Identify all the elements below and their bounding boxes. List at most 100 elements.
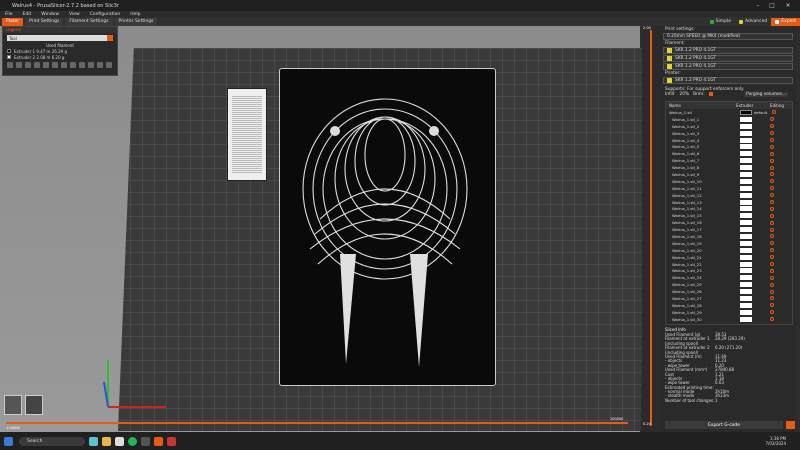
object-row[interactable]: Walrus_1.stl_29 bbox=[666, 309, 792, 316]
edit-icon[interactable] bbox=[770, 165, 774, 170]
extruder-swatch[interactable] bbox=[740, 137, 752, 143]
col-extruder[interactable]: Extruder bbox=[736, 103, 770, 108]
print-profile-select[interactable]: 0.20mm SPEED @ MK4 (modified) bbox=[663, 33, 793, 40]
edit-icon[interactable] bbox=[770, 144, 774, 149]
tab-printer-settings[interactable]: Printer Settings bbox=[114, 17, 158, 26]
object-row[interactable]: Walrus_1.stl_5 bbox=[666, 143, 792, 150]
extruder-swatch[interactable] bbox=[740, 185, 752, 191]
edit-icon[interactable] bbox=[770, 131, 774, 136]
object-row[interactable]: Walrus_1.stl_28 bbox=[666, 302, 792, 309]
extruder-swatch[interactable] bbox=[740, 116, 752, 122]
edit-icon[interactable] bbox=[770, 117, 774, 122]
object-row[interactable]: Walrus_1.stl_21 bbox=[666, 254, 792, 261]
extruder-swatch[interactable] bbox=[740, 268, 752, 274]
col-name[interactable]: Name bbox=[666, 103, 736, 108]
export-gcode-button[interactable]: Export G-code bbox=[665, 421, 783, 429]
recorder-icon[interactable] bbox=[167, 436, 176, 446]
object-row[interactable]: Walrus_1.stl_3 bbox=[666, 130, 792, 137]
extruder-swatch[interactable] bbox=[740, 295, 752, 301]
prusaslicer-icon[interactable] bbox=[154, 436, 163, 446]
wipe-icon[interactable] bbox=[16, 62, 22, 68]
shells-icon[interactable] bbox=[97, 62, 103, 68]
extruder-swatch[interactable] bbox=[740, 316, 752, 322]
edit-icon[interactable] bbox=[770, 282, 774, 287]
vertical-layer-slider[interactable]: 2.00 0.20 bbox=[642, 26, 660, 432]
purging-volumes-button[interactable]: Purging volumes... bbox=[744, 92, 788, 97]
edit-icon[interactable] bbox=[770, 310, 774, 315]
filament-select-3[interactable]: SKR 1.2 PRO 4.1GT bbox=[663, 63, 793, 70]
object-row[interactable]: Walrus_1.stl_7 bbox=[666, 157, 792, 164]
app-icon[interactable] bbox=[141, 436, 150, 446]
object-row[interactable]: Walrus_1.stl_31 bbox=[666, 323, 792, 325]
extruder-swatch[interactable] bbox=[740, 199, 752, 205]
extruder-swatch[interactable] bbox=[740, 171, 752, 177]
maximize-icon[interactable]: □ bbox=[766, 0, 778, 11]
file-explorer-icon[interactable] bbox=[102, 436, 111, 446]
filament-select-2[interactable]: SKR 1.2 PRO 4.1GT bbox=[663, 55, 793, 62]
object-row[interactable]: Walrus_1.stl_20 bbox=[666, 247, 792, 254]
store-icon[interactable] bbox=[115, 436, 124, 446]
object-row[interactable]: Walrus_1.stl_8 bbox=[666, 164, 792, 171]
seam-icon[interactable] bbox=[43, 62, 49, 68]
edit-icon[interactable] bbox=[770, 158, 774, 163]
custom-gcode-icon[interactable] bbox=[79, 62, 85, 68]
extruder-swatch[interactable] bbox=[740, 220, 752, 226]
extruder-swatch[interactable] bbox=[740, 289, 752, 295]
3d-view-icon[interactable] bbox=[4, 395, 22, 415]
vslider-track[interactable] bbox=[650, 30, 652, 426]
edit-icon[interactable] bbox=[770, 289, 774, 294]
small-block-model[interactable] bbox=[227, 88, 267, 181]
tab-plater[interactable]: Plater bbox=[2, 17, 24, 26]
object-row[interactable]: Walrus_1.stl default bbox=[666, 109, 792, 116]
extruder-swatch[interactable] bbox=[740, 282, 752, 288]
extruder-swatch[interactable] bbox=[740, 323, 752, 324]
object-row[interactable]: Walrus_1.stl_23 bbox=[666, 267, 792, 274]
tab-print-settings[interactable]: Print Settings bbox=[25, 17, 64, 26]
send-to-printer-icon[interactable] bbox=[786, 421, 795, 429]
edit-icon[interactable] bbox=[770, 179, 774, 184]
edit-icon[interactable] bbox=[772, 110, 776, 115]
center-of-gravity-icon[interactable] bbox=[88, 62, 94, 68]
windows-start-icon[interactable] bbox=[4, 436, 13, 446]
edit-icon[interactable] bbox=[770, 200, 774, 205]
object-row[interactable]: Walrus_1.stl_12 bbox=[666, 192, 792, 199]
object-row[interactable]: Walrus_1.stl_27 bbox=[666, 295, 792, 302]
extruder-swatch[interactable] bbox=[740, 227, 752, 233]
extruder-swatch[interactable] bbox=[740, 213, 752, 219]
object-row[interactable]: Walrus_1.stl_30 bbox=[666, 316, 792, 323]
spotify-icon[interactable] bbox=[128, 436, 137, 446]
object-row[interactable]: Walrus_1.stl_26 bbox=[666, 288, 792, 295]
extruder-swatch[interactable] bbox=[740, 165, 752, 171]
travel-icon[interactable] bbox=[7, 62, 13, 68]
extruder-swatch[interactable] bbox=[740, 123, 752, 129]
edit-icon[interactable] bbox=[770, 296, 774, 301]
edit-icon[interactable] bbox=[770, 151, 774, 156]
extruder-swatch[interactable] bbox=[740, 275, 752, 281]
color-change-icon[interactable] bbox=[61, 62, 67, 68]
mode-simple-button[interactable]: Simple bbox=[706, 18, 735, 26]
edit-icon[interactable] bbox=[770, 241, 774, 246]
edit-icon[interactable] bbox=[770, 268, 774, 273]
edit-icon[interactable] bbox=[770, 255, 774, 260]
object-row[interactable]: Walrus_1.stl_24 bbox=[666, 274, 792, 281]
horizontal-layer-slider[interactable] bbox=[6, 422, 628, 424]
edit-icon[interactable] bbox=[770, 220, 774, 225]
edit-icon[interactable] bbox=[770, 227, 774, 232]
object-row[interactable]: Walrus_1.stl_6 bbox=[666, 150, 792, 157]
mode-advanced-button[interactable]: Advanced bbox=[735, 18, 771, 26]
close-icon[interactable]: ✕ bbox=[782, 0, 794, 11]
object-row[interactable]: Walrus_1.stl_2 bbox=[666, 123, 792, 130]
edit-icon[interactable] bbox=[770, 193, 774, 198]
mode-expert-button[interactable]: Expert bbox=[771, 17, 800, 26]
tool-marker-icon[interactable] bbox=[106, 62, 112, 68]
extruder-swatch[interactable] bbox=[740, 240, 752, 246]
brim-checkbox[interactable] bbox=[708, 92, 713, 96]
extruder-swatch[interactable] bbox=[740, 130, 752, 136]
extruder-swatch[interactable] bbox=[740, 109, 752, 115]
extruder-swatch[interactable] bbox=[740, 158, 752, 164]
edit-icon[interactable] bbox=[770, 324, 774, 325]
view-type-select[interactable]: Tool bbox=[7, 35, 113, 41]
extruder-swatch[interactable] bbox=[740, 261, 752, 267]
toolchange-icon[interactable] bbox=[52, 62, 58, 68]
extruder-swatch[interactable] bbox=[740, 309, 752, 315]
